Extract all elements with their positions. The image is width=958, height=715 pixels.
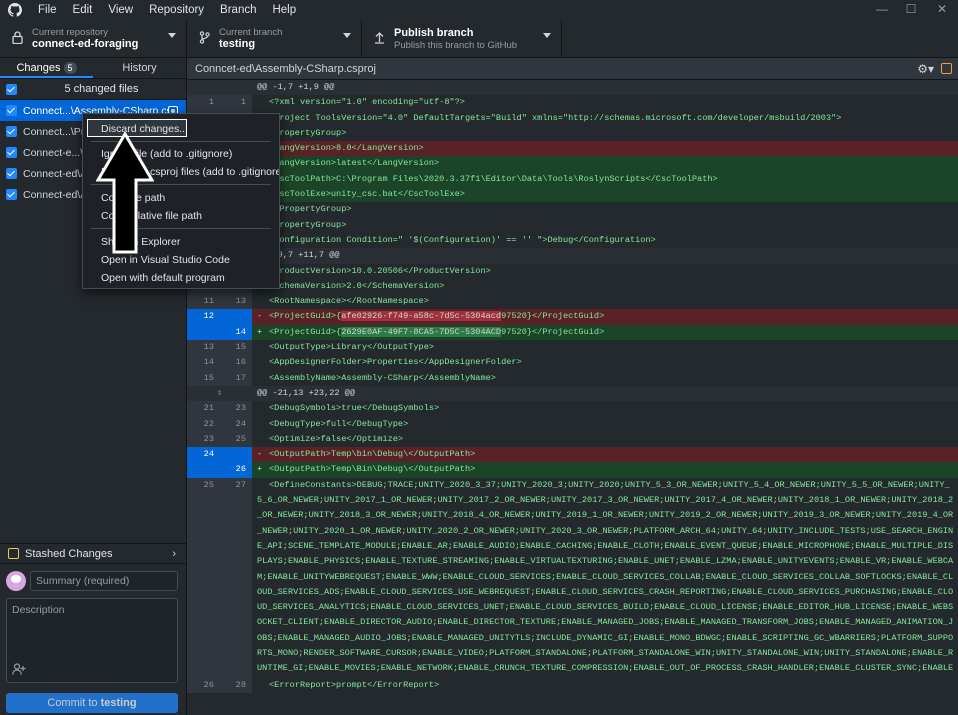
add-coauthor-icon[interactable] <box>12 663 26 678</box>
title-bar: File Edit View Repository Branch Help — … <box>0 0 958 20</box>
chevron-down-icon <box>543 33 551 38</box>
diff-line: </PropertyGroup> <box>187 202 958 218</box>
file-checkbox[interactable] <box>6 105 17 116</box>
repository-label: Current repository <box>32 27 109 38</box>
hunk-header: @@ -1,7 +1,9 @@ <box>187 80 958 96</box>
file-checkbox[interactable] <box>6 168 17 179</box>
diff-line: 13 15 <OutputType>Library</OutputType> <box>187 340 958 356</box>
menu-file[interactable]: File <box>30 0 65 20</box>
menu-help[interactable]: Help <box>264 0 304 20</box>
expand-icon[interactable] <box>941 63 952 74</box>
diff-line: <Configuration Condition=" '$(Configurat… <box>187 232 958 249</box>
changes-count-badge: 5 <box>63 62 77 74</box>
toolbar: Current repository connect-ed-foraging C… <box>0 20 958 58</box>
tab-changes[interactable]: Changes 5 <box>0 58 93 78</box>
branch-icon <box>195 31 213 47</box>
diff-line: 15 17 <AssemblyName>Assembly-CSharp</Assem… <box>187 370 958 386</box>
diff-line-added: 14 + <ProjectGuid>{2629E0AF-49F7-8CA5-7D5C… <box>187 324 958 341</box>
annotation-arrow-icon <box>96 132 154 254</box>
hunk-header: ⇕ @@ -21,13 +23,22 @@ <box>187 385 958 402</box>
diff-line: <PropertyGroup> <box>187 125 958 142</box>
diff-line: 26 28 <ErrorReport>prompt</ErrorReport> <box>187 677 958 694</box>
changed-files-header: 5 changed files <box>0 79 186 100</box>
stash-icon <box>8 548 19 559</box>
diff-view: @@ -1,7 +1,9 @@ 1 1 <?xml version="1.0" en… <box>187 80 958 715</box>
diff-line: <ProductVersion>10.0.20506</ProductVersi… <box>187 263 958 279</box>
menu-edit[interactable]: Edit <box>65 0 101 20</box>
commit-button[interactable]: Commit to testing <box>6 693 178 713</box>
menu-repository[interactable]: Repository <box>141 0 212 20</box>
diff-line: 1012<SchemaVersion>2.0</SchemaVersion> <box>187 278 958 295</box>
file-path: Conncet-ed\Assembly-CSharp.csproj <box>195 62 376 75</box>
publish-label: Publish branch <box>394 27 474 39</box>
github-logo-icon <box>8 3 22 17</box>
avatar <box>6 571 26 591</box>
file-checkbox[interactable] <box>6 189 17 200</box>
diff-line-deleted: 24- <OutputPath>Temp\bin\Debug\</OutputPa… <box>187 447 958 463</box>
publish-subtitle: Publish this branch to GitHub <box>394 40 518 51</box>
summary-input[interactable]: Summary (required) <box>30 571 178 591</box>
repository-selector[interactable]: Current repository connect-ed-foraging <box>0 20 187 58</box>
diff-line: 22 24 <DebugType>full</DebugType> <box>187 416 958 432</box>
branch-selector[interactable]: Current branch testing <box>187 20 362 58</box>
file-checkbox[interactable] <box>6 126 17 137</box>
menu-view[interactable]: View <box>100 0 141 20</box>
menu-branch[interactable]: Branch <box>212 0 264 20</box>
diff-line-added: 26 + <OutputPath>Temp\Bin\Debug\</OutputPa… <box>187 462 958 478</box>
commit-prefix: Commit to <box>47 697 101 709</box>
commit-branch: testing <box>100 697 137 709</box>
publish-branch-button[interactable]: Publish branch Publish this branch to Gi… <box>362 20 562 58</box>
chevron-right-icon: › <box>172 547 176 560</box>
chevron-down-icon <box>168 33 176 38</box>
diff-line-deleted: -<LangVersion>8.0</LangVersion> <box>187 141 958 157</box>
sidebar-tabs: Changes 5 History <box>0 58 186 79</box>
diff-line: <Project ToolsVersion="4.0" DefaultTarge… <box>187 110 958 126</box>
upload-icon <box>370 31 388 47</box>
select-all-checkbox[interactable] <box>6 83 17 95</box>
diff-line: <PropertyGroup> <box>187 217 958 233</box>
branch-label: Current branch <box>219 27 283 38</box>
diff-line: 14 16 <AppDesignerFolder>Properties</AppDe… <box>187 355 958 371</box>
diff-line-added: +<CscToolExe>unity_csc.bat</CscToolExe> <box>187 187 958 203</box>
gear-icon[interactable]: ⚙▾ <box>917 62 934 76</box>
tab-history[interactable]: History <box>93 58 186 78</box>
diff-line: 11 13 <RootNamespace></RootNamespace> <box>187 294 958 310</box>
diff-line-deleted: 12- <ProjectGuid>{afe02926-f749-a58c-7d5c… <box>187 309 958 325</box>
diff-line: 1 1 <?xml version="1.0" encoding="utf-8"?> <box>187 95 958 111</box>
diff-line-added: +<CscToolPath>C:\Program Files\2020.3.37… <box>187 171 958 188</box>
maximize-button[interactable]: ☐ <box>895 0 927 20</box>
commit-form: Summary (required) Description Commit to… <box>0 565 186 715</box>
diff-line: 23 25 <Optimize>false</Optimize> <box>187 431 958 448</box>
description-placeholder: Description <box>12 604 65 616</box>
lock-icon <box>8 31 26 47</box>
chevron-down-icon <box>343 33 351 38</box>
open-default-program-menu-item[interactable]: Open with default program <box>83 269 279 287</box>
hunk-header: @@ -9,7 +11,7 @@ <box>187 248 958 264</box>
repository-name: connect-ed-foraging <box>32 38 139 50</box>
diff-line: 25 27 <DefineConstants>DEBUG;TRACE;UNITY_2… <box>187 477 958 678</box>
minimize-button[interactable]: — <box>866 0 898 20</box>
stashed-changes-label: Stashed Changes <box>25 547 113 560</box>
diff-line-added: +<LangVersion>latest</LangVersion> <box>187 156 958 172</box>
tab-changes-label: Changes <box>16 62 61 74</box>
close-button[interactable]: ✕ <box>926 0 958 20</box>
file-checkbox[interactable] <box>6 147 17 158</box>
branch-name: testing <box>219 38 256 50</box>
description-field[interactable]: Description <box>6 598 178 683</box>
diff-header: Conncet-ed\Assembly-CSharp.csproj ⚙▾ <box>187 58 958 80</box>
diff-line: 21 23 <DebugSymbols>true</DebugSymbols> <box>187 401 958 417</box>
stashed-changes-row[interactable]: Stashed Changes › <box>0 543 186 564</box>
changed-files-count: 5 changed files <box>64 83 139 95</box>
